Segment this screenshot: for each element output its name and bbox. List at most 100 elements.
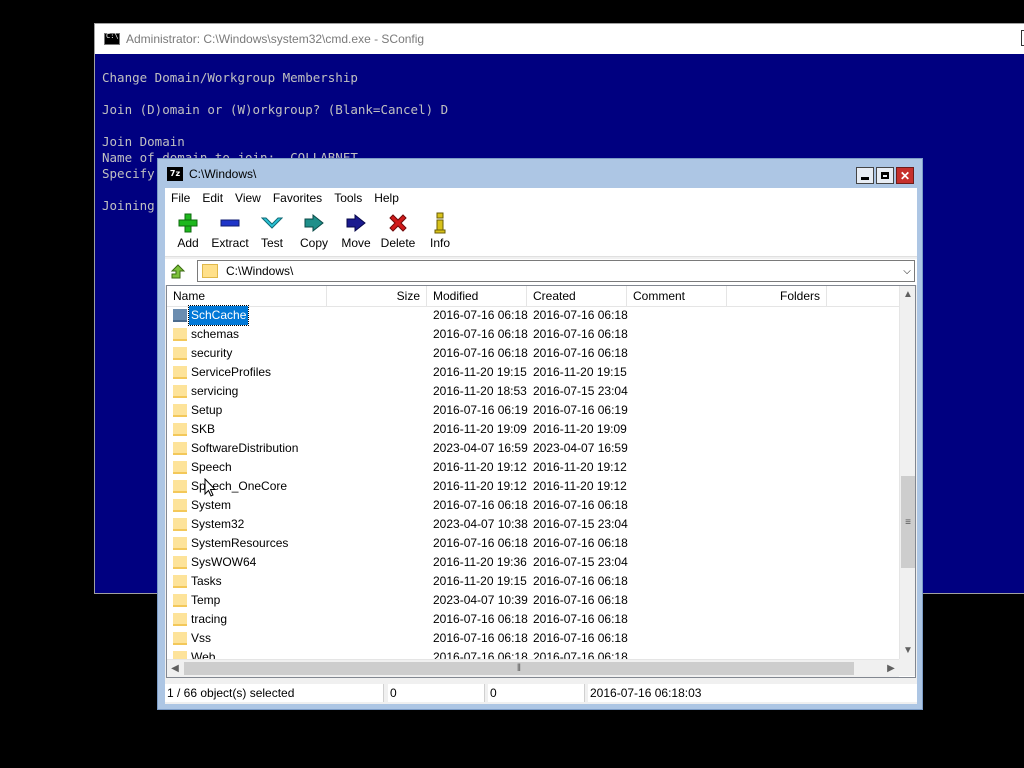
column-comment[interactable]: Comment <box>627 286 727 306</box>
row-modified: 2016-11-20 19:12 <box>433 460 527 474</box>
7zip-window[interactable]: 7z C:\Windows\ ✕ File Edit View Favorite… <box>157 158 923 710</box>
status-modified: 2016-07-16 06:18:03 <box>588 684 917 702</box>
test-label: Test <box>260 236 283 250</box>
close-button[interactable]: ✕ <box>896 167 914 184</box>
row-modified: 2016-11-20 19:12 <box>433 479 527 493</box>
cmd-titlebar[interactable]: Administrator: C:\Windows\system32\cmd.e… <box>95 24 1024 54</box>
table-row[interactable]: schemas 2016-07-16 06:18 2016-07-16 06:18 <box>167 325 899 344</box>
close-icon: ✕ <box>899 168 911 183</box>
menu-help[interactable]: Help <box>368 188 405 208</box>
menu-edit[interactable]: Edit <box>196 188 229 208</box>
row-modified: 2016-07-16 06:18 <box>433 327 528 341</box>
row-created: 2016-07-16 06:18 <box>533 574 628 588</box>
column-name[interactable]: Name <box>167 286 327 306</box>
chevron-down-icon[interactable]: ⌵ <box>900 266 914 277</box>
info-icon <box>433 212 447 234</box>
folder-icon <box>173 632 187 645</box>
table-row[interactable]: servicing 2016-11-20 18:53 2016-07-15 23:0… <box>167 382 899 401</box>
folder-icon <box>173 613 187 626</box>
table-row[interactable]: security 2016-07-16 06:18 2016-07-16 06:18 <box>167 344 899 363</box>
table-row[interactable]: Vss 2016-07-16 06:18 2016-07-16 06:18 <box>167 629 899 648</box>
row-name: System <box>191 498 232 512</box>
table-row[interactable]: tracing 2016-07-16 06:18 2016-07-16 06:18 <box>167 610 899 629</box>
scroll-down-icon[interactable]: ▼ <box>900 642 915 659</box>
table-row[interactable]: System 2016-07-16 06:18 2016-07-16 06:18 <box>167 496 899 515</box>
maximize-icon <box>881 172 889 179</box>
table-row[interactable]: SystemResources 2016-07-16 06:18 2016-07-1… <box>167 534 899 553</box>
column-modified[interactable]: Modified <box>427 286 527 306</box>
x-icon <box>388 212 408 234</box>
folder-icon <box>173 347 187 360</box>
address-bar[interactable]: C:\Windows\ ⌵ <box>197 260 915 282</box>
minimize-button[interactable] <box>856 167 874 184</box>
folder-icon <box>173 328 187 341</box>
file-rows: SchCache 2016-07-16 06:18 2016-07-16 06:18… <box>167 305 899 667</box>
folder-icon <box>173 442 187 455</box>
maximize-button[interactable] <box>876 167 894 184</box>
row-modified: 2016-07-16 06:18 <box>433 612 528 626</box>
extract-button[interactable]: Extract <box>209 208 251 256</box>
menu-favorites[interactable]: Favorites <box>267 188 328 208</box>
column-size[interactable]: Size <box>327 286 427 306</box>
column-created[interactable]: Created <box>527 286 627 306</box>
table-row[interactable]: SchCache 2016-07-16 06:18 2016-07-16 06:18 <box>167 305 899 326</box>
table-row[interactable]: Tasks 2016-11-20 19:15 2016-07-16 06:18 <box>167 572 899 591</box>
menu-bar: File Edit View Favorites Tools Help <box>165 188 917 208</box>
row-created: 2016-07-16 06:18 <box>533 498 628 512</box>
row-modified: 2016-11-20 19:09 <box>433 422 527 436</box>
table-row[interactable]: Speech_OneCore 2016-11-20 19:12 2016-11-20… <box>167 477 899 496</box>
test-button[interactable]: Test <box>251 208 293 256</box>
menu-file[interactable]: File <box>165 188 196 208</box>
column-folders[interactable]: Folders <box>727 286 827 306</box>
table-row[interactable]: Setup 2016-07-16 06:19 2016-07-16 06:19 <box>167 401 899 420</box>
table-row[interactable]: Temp 2023-04-07 10:39 2016-07-16 06:18 <box>167 591 899 610</box>
row-created: 2016-07-15 23:04 <box>533 517 628 531</box>
up-folder-button[interactable] <box>169 263 187 281</box>
row-created: 2016-07-16 06:18 <box>533 346 628 360</box>
vertical-scroll-thumb[interactable]: ≡ <box>901 476 915 568</box>
row-created: 2016-07-15 23:04 <box>533 555 628 569</box>
move-button[interactable]: Move <box>335 208 377 256</box>
table-row[interactable]: ServiceProfiles 2016-11-20 19:15 2016-11-2… <box>167 363 899 382</box>
row-name: Temp <box>191 593 221 607</box>
scroll-left-icon[interactable]: ◀ <box>167 660 183 677</box>
row-name: security <box>191 346 233 360</box>
mouse-cursor-icon <box>204 478 216 497</box>
scrollbar-corner <box>899 659 915 676</box>
minimize-icon <box>861 176 869 180</box>
row-modified: 2023-04-07 10:38 <box>433 517 528 531</box>
table-row[interactable]: Speech 2016-11-20 19:12 2016-11-20 19:12 <box>167 458 899 477</box>
table-row[interactable]: SoftwareDistribution 2023-04-07 16:59 2023… <box>167 439 899 458</box>
status-bar: 1 / 66 object(s) selected 0 0 2016-07-16… <box>165 682 917 704</box>
row-created: 2016-07-16 06:18 <box>533 308 628 322</box>
7zip-titlebar[interactable]: 7z C:\Windows\ <box>158 159 922 189</box>
menu-view[interactable]: View <box>229 188 267 208</box>
check-chevron-icon <box>261 212 283 234</box>
table-row[interactable]: SysWOW64 2016-11-20 19:36 2016-07-15 23:04 <box>167 553 899 572</box>
double-arrow-right-icon <box>303 212 325 234</box>
console-line: Change Domain/Workgroup Membership <box>102 70 358 85</box>
menu-tools[interactable]: Tools <box>328 188 368 208</box>
folder-icon <box>173 575 187 588</box>
vertical-scrollbar[interactable]: ▲ ≡ ▼ <box>899 286 915 659</box>
row-modified: 2016-07-16 06:18 <box>433 498 528 512</box>
column-header: Name Size Modified Created Comment Folde… <box>167 286 899 307</box>
delete-button[interactable]: Delete <box>377 208 419 256</box>
horizontal-scrollbar[interactable]: ◀ ‖ ▶ <box>167 659 899 677</box>
7zip-client-area: File Edit View Favorites Tools Help Add … <box>165 188 917 704</box>
table-row[interactable]: SKB 2016-11-20 19:09 2016-11-20 19:09 <box>167 420 899 439</box>
scroll-up-icon[interactable]: ▲ <box>900 286 915 303</box>
folder-icon <box>173 461 187 474</box>
column-extra <box>827 286 899 306</box>
add-button[interactable]: Add <box>167 208 209 256</box>
row-name: tracing <box>191 612 228 626</box>
scroll-right-icon[interactable]: ▶ <box>883 660 899 677</box>
copy-button[interactable]: Copy <box>293 208 335 256</box>
table-row[interactable]: System32 2023-04-07 10:38 2016-07-15 23:04 <box>167 515 899 534</box>
file-list[interactable]: Name Size Modified Created Comment Folde… <box>166 285 916 678</box>
status-size: 0 <box>388 684 485 702</box>
arrow-right-icon <box>345 212 367 234</box>
horizontal-scroll-thumb[interactable]: ‖ <box>184 662 854 675</box>
info-button[interactable]: Info <box>419 208 461 256</box>
